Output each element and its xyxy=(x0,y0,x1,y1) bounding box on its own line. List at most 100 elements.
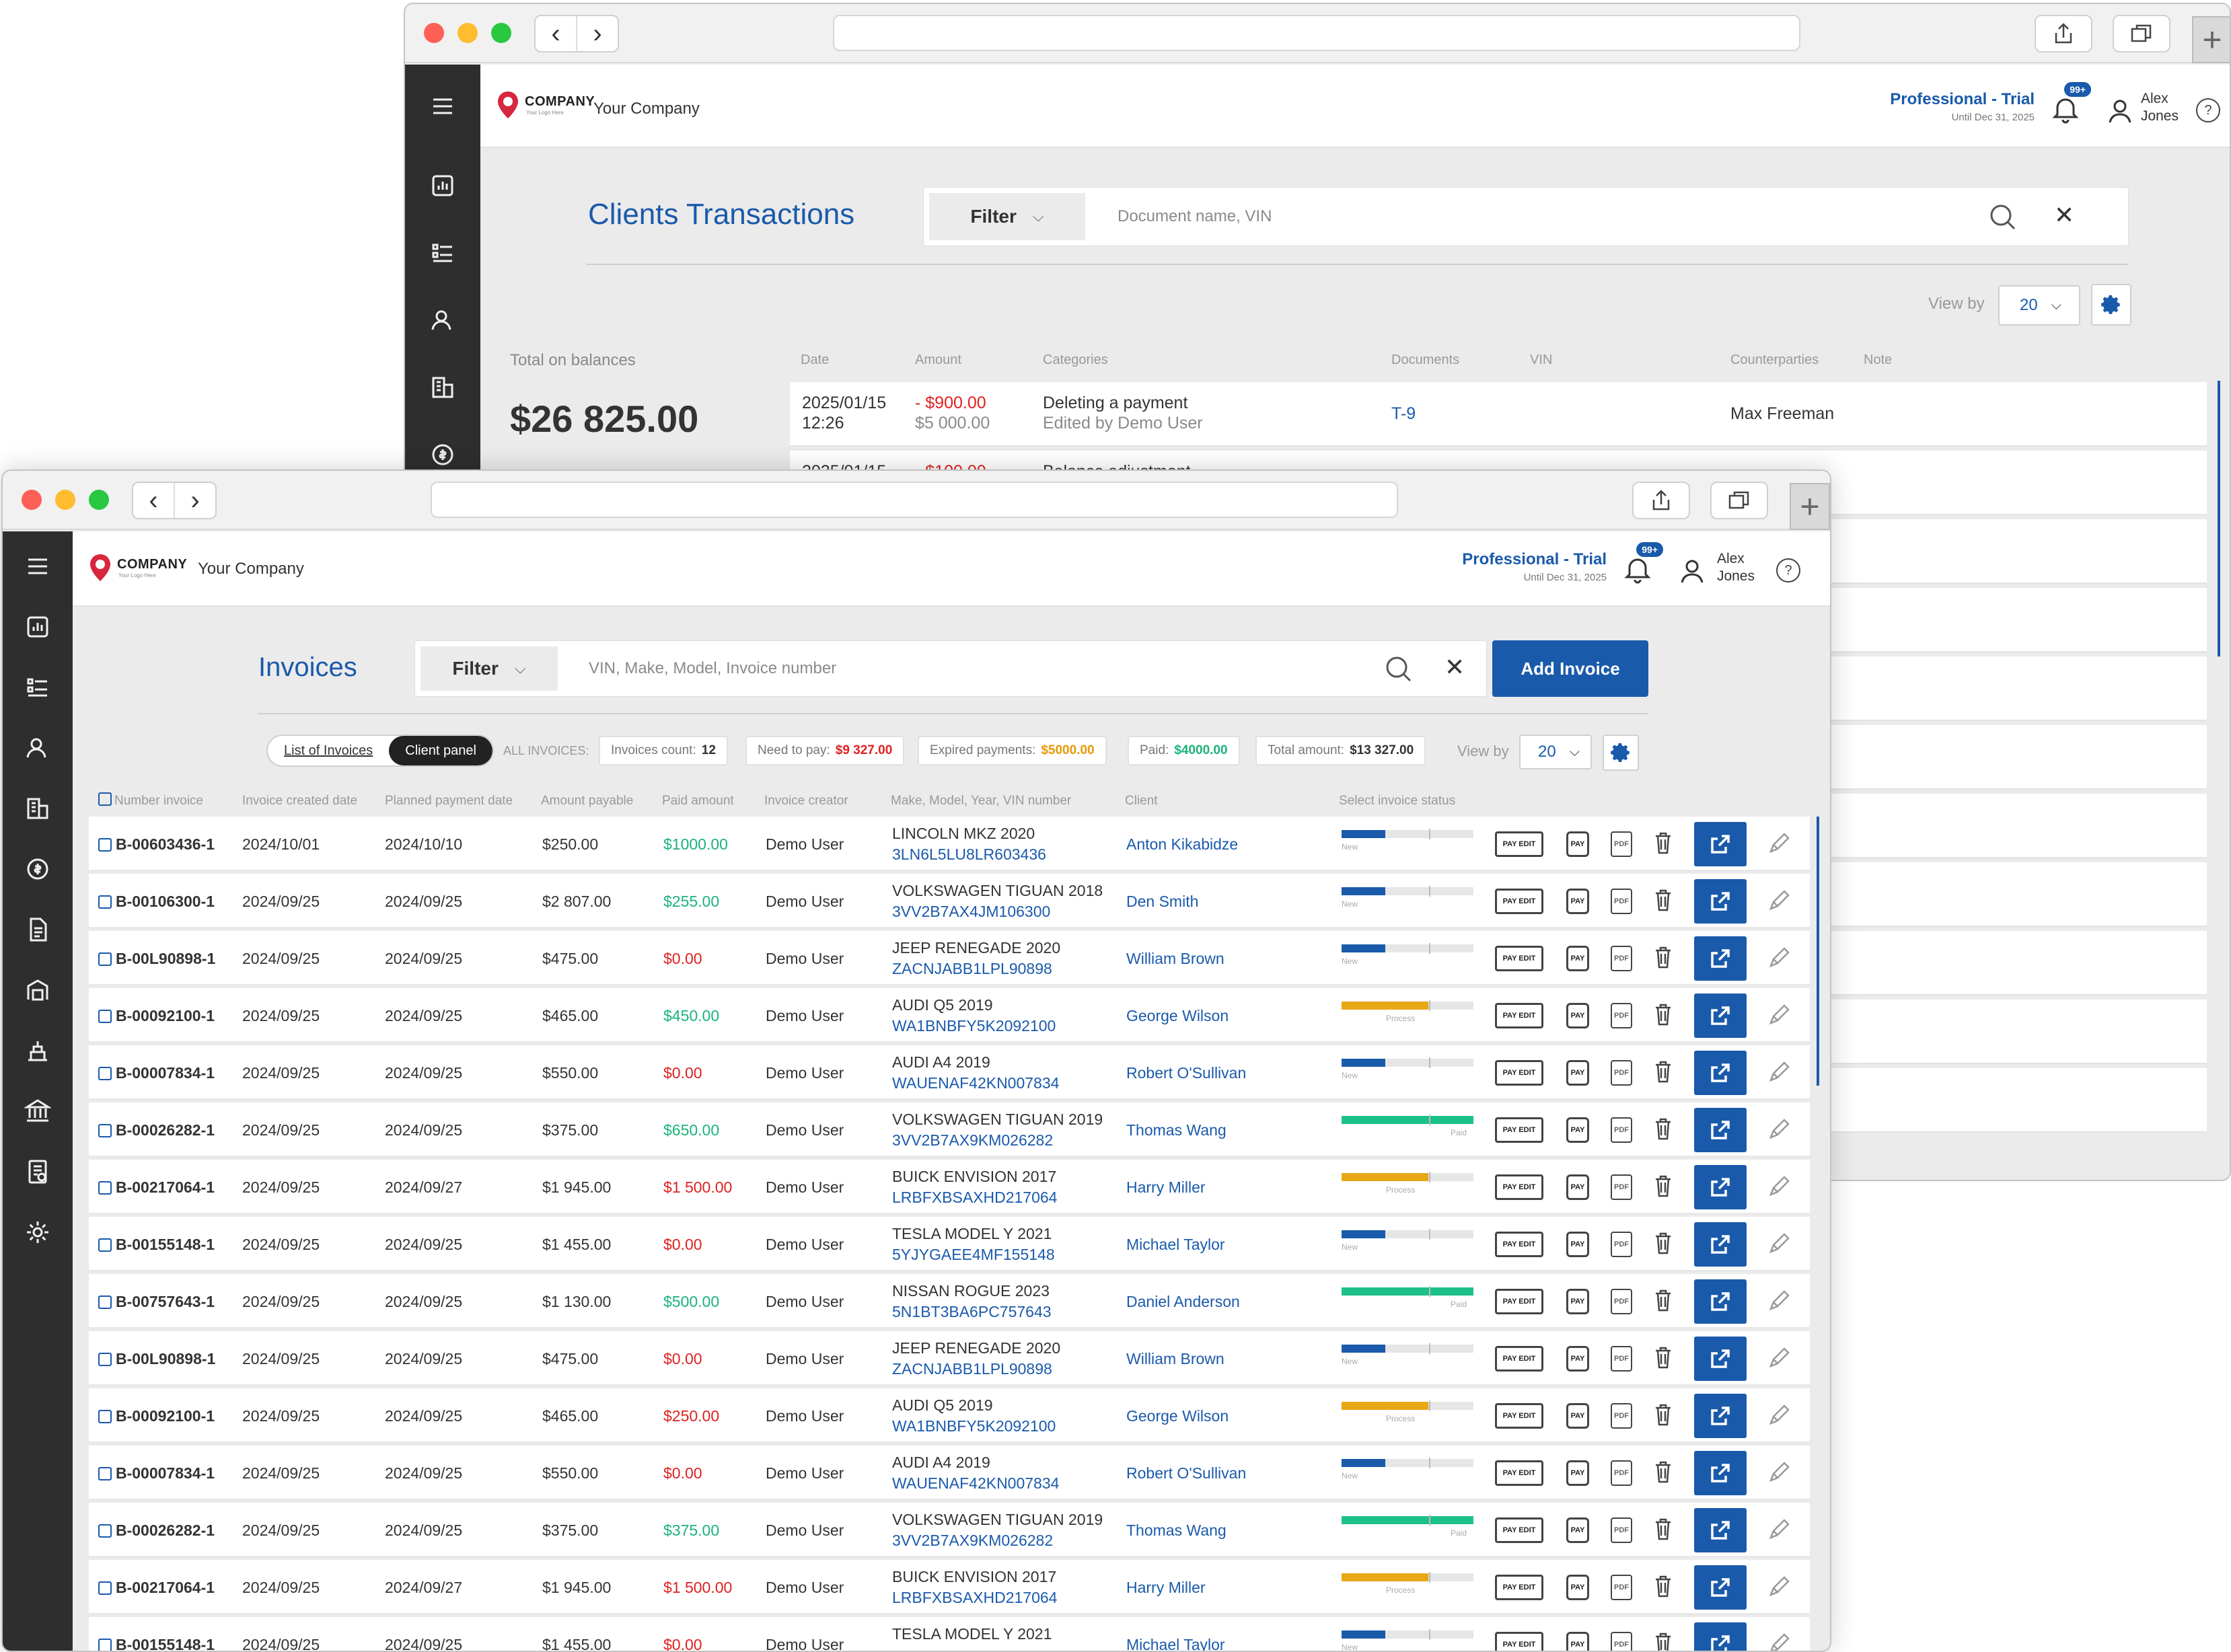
table-row[interactable]: B-00603436-1 2024/10/01 2024/10/10 $250.00 $… xyxy=(89,817,1810,872)
vin-link[interactable]: 3VV2B7AX4JM106300 xyxy=(892,901,1103,922)
pdf-icon[interactable]: PDF xyxy=(1611,1117,1632,1143)
trash-icon[interactable] xyxy=(1654,1575,1673,1598)
gear-icon[interactable] xyxy=(3,1212,73,1252)
row-checkbox[interactable] xyxy=(98,952,112,966)
pdf-icon[interactable]: PDF xyxy=(1611,1575,1632,1600)
vin-link[interactable]: WA1BNBFY5K2092100 xyxy=(892,1016,1056,1037)
client-link[interactable]: William Brown xyxy=(1126,1350,1224,1368)
open-invoice-button[interactable] xyxy=(1694,993,1747,1038)
bank-icon[interactable] xyxy=(3,1091,73,1131)
vin-link[interactable]: ZACNJABB1LPL90898 xyxy=(892,1359,1060,1380)
status-progress[interactable] xyxy=(1342,943,1473,954)
table-row[interactable]: B-00007834-1 2024/09/25 2024/09/25 $550.00 $… xyxy=(89,1446,1810,1501)
settings-button[interactable] xyxy=(2091,284,2131,326)
pay-edit-icon[interactable]: PAY EDIT xyxy=(1495,1232,1543,1257)
company-logo[interactable]: COMPANY Your Logo Here xyxy=(495,90,595,120)
new-tab-button[interactable]: + xyxy=(2192,16,2230,63)
open-invoice-button[interactable] xyxy=(1694,1337,1747,1381)
client-link[interactable]: Robert O'Sullivan xyxy=(1126,1064,1246,1082)
address-bar[interactable] xyxy=(833,15,1800,51)
open-invoice-button[interactable] xyxy=(1694,1051,1747,1095)
building-icon[interactable] xyxy=(405,367,480,408)
plan-info[interactable]: Professional - Trial Until Dec 31, 2025 xyxy=(1890,90,2035,123)
close-window-button[interactable] xyxy=(22,490,42,510)
table-row[interactable]: B-00092100-1 2024/09/25 2024/09/25 $465.00 $… xyxy=(89,1388,1810,1443)
open-invoice-button[interactable] xyxy=(1694,1222,1747,1267)
pdf-icon[interactable]: PDF xyxy=(1611,831,1632,857)
view-by-select[interactable]: 20 ⌵ xyxy=(1519,735,1592,769)
status-progress[interactable] xyxy=(1342,1172,1473,1182)
status-progress[interactable] xyxy=(1342,1458,1473,1468)
pay-edit-icon[interactable]: PAY EDIT xyxy=(1495,946,1543,971)
menu-icon[interactable] xyxy=(3,546,73,587)
share-icon[interactable] xyxy=(1632,482,1690,519)
view-by-select[interactable]: 20 ⌵ xyxy=(1998,285,2080,326)
user-icon[interactable] xyxy=(1679,558,1705,584)
pdf-icon[interactable]: PDF xyxy=(1611,1289,1632,1314)
list-icon[interactable] xyxy=(3,667,73,708)
payments-icon[interactable] xyxy=(405,435,480,475)
forward-arrow-icon[interactable]: › xyxy=(175,483,215,518)
pay-edit-icon[interactable]: PAY EDIT xyxy=(1495,1403,1543,1429)
trash-icon[interactable] xyxy=(1654,1632,1673,1652)
pay-icon[interactable]: PAY xyxy=(1566,1232,1589,1257)
pay-icon[interactable]: PAY xyxy=(1566,1174,1589,1200)
table-row[interactable]: B-00217064-1 2024/09/25 2024/09/27 $1 945.0… xyxy=(89,1560,1810,1615)
close-window-button[interactable] xyxy=(424,23,444,43)
pay-edit-icon[interactable]: PAY EDIT xyxy=(1495,1517,1543,1543)
pay-edit-icon[interactable]: PAY EDIT xyxy=(1495,1060,1543,1086)
pdf-icon[interactable]: PDF xyxy=(1611,1003,1632,1028)
pay-edit-icon[interactable]: PAY EDIT xyxy=(1495,1174,1543,1200)
trash-icon[interactable] xyxy=(1654,889,1673,911)
pay-icon[interactable]: PAY xyxy=(1566,946,1589,971)
minimize-window-button[interactable] xyxy=(458,23,478,43)
trash-icon[interactable] xyxy=(1654,1003,1673,1026)
pay-edit-icon[interactable]: PAY EDIT xyxy=(1495,1632,1543,1651)
transaction-row[interactable]: 2025/01/15 12:26 - $900.00 $5 000.00 Delet… xyxy=(790,382,2207,447)
filter-dropdown[interactable]: Filter ⌵ xyxy=(929,193,1085,240)
help-icon[interactable]: ? xyxy=(2196,98,2220,122)
plan-info[interactable]: Professional - Trial Until Dec 31, 2025 xyxy=(1462,550,1607,583)
menu-icon[interactable] xyxy=(405,86,480,126)
dashboard-icon[interactable] xyxy=(3,607,73,647)
row-checkbox[interactable] xyxy=(98,1067,112,1080)
open-invoice-button[interactable] xyxy=(1694,936,1747,981)
back-arrow-icon[interactable]: ‹ xyxy=(536,16,577,51)
invoice-number[interactable]: B-00217064-1 xyxy=(116,1579,215,1597)
maximize-window-button[interactable] xyxy=(491,23,511,43)
vin-link[interactable]: ZACNJABB1LPL90898 xyxy=(892,959,1060,979)
row-checkbox[interactable] xyxy=(98,1238,112,1252)
invoice-number[interactable]: B-00026282-1 xyxy=(116,1522,215,1540)
search-input[interactable]: VIN, Make, Model, Invoice number xyxy=(589,641,836,696)
vin-link[interactable]: 3VV2B7AX9KM026282 xyxy=(892,1130,1103,1151)
pay-icon[interactable]: PAY xyxy=(1566,889,1589,914)
status-progress[interactable] xyxy=(1342,1629,1473,1640)
table-row[interactable]: B-00155148-1 2024/09/25 2024/09/25 $1 455.0… xyxy=(89,1617,1810,1652)
pay-edit-icon[interactable]: PAY EDIT xyxy=(1495,1117,1543,1143)
reports-icon[interactable] xyxy=(3,1152,73,1192)
status-progress[interactable] xyxy=(1342,829,1473,839)
pencil-icon[interactable] xyxy=(1767,831,1791,856)
trash-icon[interactable] xyxy=(1654,1174,1673,1197)
invoice-number[interactable]: B-00155148-1 xyxy=(116,1636,215,1651)
pencil-icon[interactable] xyxy=(1767,1575,1791,1599)
table-row[interactable]: B-00007834-1 2024/09/25 2024/09/25 $550.00 $… xyxy=(89,1045,1810,1100)
user-name[interactable]: Alex Jones xyxy=(2141,90,2179,125)
trash-icon[interactable] xyxy=(1654,831,1673,854)
invoice-number[interactable]: B-00026282-1 xyxy=(116,1121,215,1139)
open-invoice-button[interactable] xyxy=(1694,1451,1747,1495)
row-checkbox[interactable] xyxy=(98,1010,112,1023)
row-checkbox[interactable] xyxy=(98,1410,112,1423)
pdf-icon[interactable]: PDF xyxy=(1611,1517,1632,1543)
table-row[interactable]: B-00L90898-1 2024/09/25 2024/09/25 $475.00 $… xyxy=(89,1331,1810,1386)
invoice-number[interactable]: B-00007834-1 xyxy=(116,1464,215,1482)
vin-link[interactable]: WA1BNBFY5K2092100 xyxy=(892,1416,1056,1437)
pay-icon[interactable]: PAY xyxy=(1566,1517,1589,1543)
pencil-icon[interactable] xyxy=(1767,1174,1791,1199)
status-progress[interactable] xyxy=(1342,1286,1473,1297)
open-invoice-button[interactable] xyxy=(1694,1622,1747,1651)
status-progress[interactable] xyxy=(1342,1057,1473,1068)
pdf-icon[interactable]: PDF xyxy=(1611,1174,1632,1200)
clients-icon[interactable] xyxy=(3,728,73,768)
clear-search-icon[interactable]: ✕ xyxy=(1444,653,1465,681)
